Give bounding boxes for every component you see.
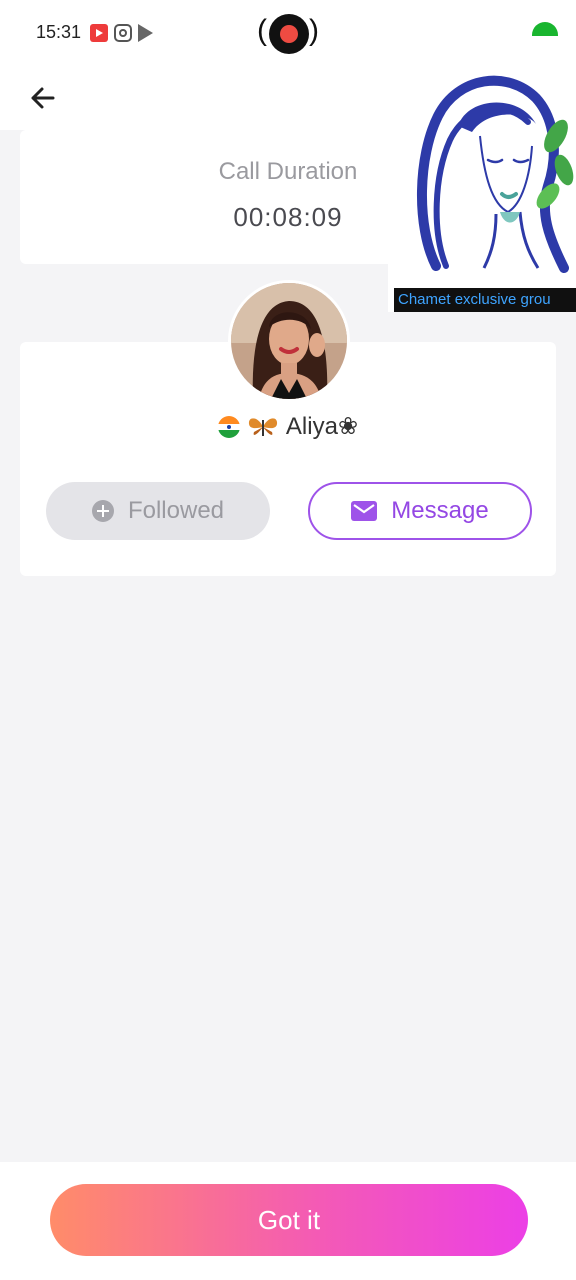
- status-notification-icons: [90, 24, 153, 42]
- username: Aliya❀: [285, 413, 359, 440]
- call-summary-screen: 15:31 ( ) Call Duration 00:08:09 Aliya❀ …: [0, 0, 576, 1280]
- avatar[interactable]: [228, 280, 350, 402]
- back-button[interactable]: [22, 76, 66, 120]
- butterfly-icon: [248, 417, 277, 436]
- bottom-bar: Got it: [0, 1162, 576, 1280]
- followed-button-label: Followed: [127, 497, 225, 524]
- back-arrow-icon: [31, 87, 55, 109]
- youtube-icon: [90, 24, 108, 42]
- india-flag-icon: [217, 415, 240, 438]
- channel-logo-overlay: Chamet exclusive grou: [388, 36, 576, 312]
- message-button[interactable]: Message: [308, 482, 532, 540]
- logo-caption: Chamet exclusive grou: [394, 288, 576, 312]
- message-button-label: Message: [391, 497, 489, 524]
- avatar-photo: [231, 283, 347, 399]
- camera-app-icon: [114, 24, 132, 42]
- status-time: 15:31: [36, 22, 82, 42]
- username-row: Aliya❀: [0, 412, 576, 441]
- plus-icon: [91, 500, 114, 522]
- followed-button[interactable]: Followed: [46, 482, 270, 540]
- mail-icon: [351, 501, 378, 521]
- got-it-button[interactable]: Got it: [50, 1184, 528, 1256]
- play-store-icon: [138, 24, 153, 42]
- screen-recording-icon[interactable]: ( ): [256, 13, 320, 55]
- woman-face-logo: [416, 75, 574, 273]
